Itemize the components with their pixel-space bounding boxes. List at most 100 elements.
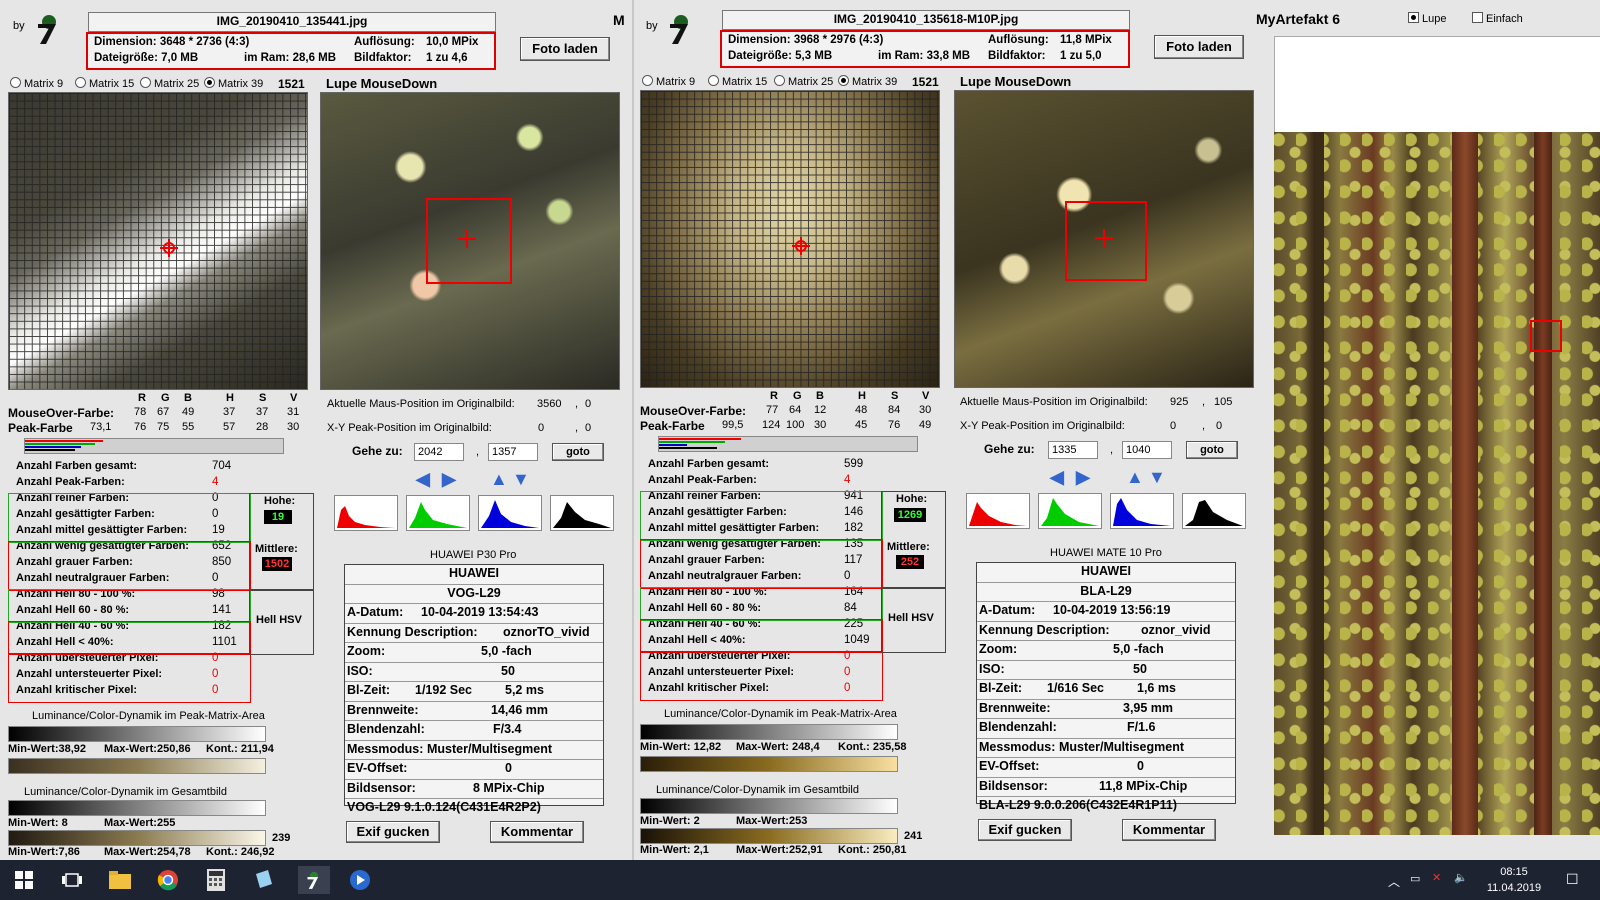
tray-chevron-icon[interactable]: ︿ bbox=[1388, 873, 1400, 890]
photo-trunk bbox=[1314, 132, 1324, 835]
exif-iso: 50 bbox=[501, 663, 515, 678]
exif-maker: HUAWEI bbox=[1081, 564, 1131, 578]
right-image-panel: by IMG_20190410_135618-M10P.jpg Dimensio… bbox=[634, 0, 1600, 860]
resolution-label: Auflösung: bbox=[988, 34, 1049, 46]
histogram-luma-icon bbox=[1182, 493, 1246, 529]
radio-matrix-25[interactable]: Matrix 25 bbox=[774, 75, 833, 88]
ram-label: im Ram: bbox=[244, 52, 290, 64]
task-view-icon[interactable] bbox=[58, 866, 86, 894]
notepad-icon[interactable] bbox=[250, 866, 278, 894]
stat-value: 4 bbox=[844, 474, 851, 486]
grey-colors-group bbox=[640, 539, 883, 589]
goto-button[interactable]: goto bbox=[1186, 441, 1238, 459]
dark-group bbox=[640, 619, 883, 653]
radio-matrix-9[interactable]: Matrix 9 bbox=[642, 75, 695, 88]
comment-button[interactable]: Kommentar bbox=[1122, 819, 1216, 841]
goto-label: Gehe zu: bbox=[352, 444, 403, 458]
dimension-label: Dimension: bbox=[94, 36, 157, 48]
filename-field: IMG_20190410_135441.jpg bbox=[88, 12, 496, 32]
exif-firmware: BLA-L29 9.0.0.206(C432E4R1P11) bbox=[979, 798, 1178, 812]
goto-x-input[interactable]: 2042 bbox=[414, 443, 464, 461]
magnifier-view[interactable] bbox=[954, 90, 1254, 388]
exif-exposure: 1/616 Sec bbox=[1047, 681, 1104, 695]
overview-photo[interactable] bbox=[1274, 132, 1600, 835]
photo-trunk bbox=[1534, 132, 1552, 835]
load-photo-button[interactable]: Foto laden bbox=[1154, 35, 1244, 59]
tray-network-icon[interactable]: ✕ bbox=[1432, 871, 1441, 884]
resolution-value: 10,0 MPix bbox=[426, 36, 479, 48]
windows-start-icon[interactable] bbox=[10, 866, 38, 894]
peak-label: Peak-Farbe bbox=[8, 421, 73, 435]
filesize-label: Dateigröße: bbox=[728, 50, 792, 62]
stat-label: Anzahl Farben gesamt: bbox=[16, 460, 138, 472]
pixel-matrix-view[interactable] bbox=[640, 90, 940, 388]
goto-y-input[interactable]: 1357 bbox=[488, 443, 538, 461]
exif-maker: HUAWEI bbox=[449, 566, 499, 580]
matrix-crosshair-icon bbox=[160, 239, 178, 257]
file-explorer-icon[interactable] bbox=[106, 866, 134, 894]
radio-matrix-39[interactable]: Matrix 39 bbox=[204, 77, 263, 90]
color-total-bar bbox=[640, 828, 898, 844]
lum-total-number: 241 bbox=[904, 830, 923, 842]
calculator-icon[interactable] bbox=[202, 866, 230, 894]
exif-kennung: oznorTO_vivid bbox=[503, 624, 590, 639]
bright-group bbox=[8, 589, 251, 623]
radio-matrix-9[interactable]: Matrix 9 bbox=[10, 77, 63, 90]
mouse-position-label: Aktuelle Maus-Position im Originalbild: bbox=[960, 396, 1148, 408]
matrix-count: 1521 bbox=[912, 75, 939, 89]
hohe-label: Hohe: bbox=[896, 493, 928, 505]
exif-button[interactable]: Exif gucken bbox=[978, 819, 1072, 841]
goto-button[interactable]: goto bbox=[552, 443, 604, 461]
lum-total-max: 255 bbox=[156, 817, 176, 829]
mittlere-label: Mittlere: bbox=[887, 541, 930, 553]
radio-matrix-15[interactable]: Matrix 15 bbox=[708, 75, 767, 88]
einfach-checkbox[interactable]: Einfach bbox=[1472, 12, 1523, 25]
tray-battery-icon[interactable]: ▭ bbox=[1410, 872, 1420, 885]
tray-volume-icon[interactable]: 🔈 bbox=[1454, 871, 1468, 884]
scale-value: 1 zu 5,0 bbox=[1060, 50, 1102, 62]
preview-header-area bbox=[1274, 36, 1600, 135]
col-s: S bbox=[259, 392, 267, 404]
arrow-right-icon[interactable]: ▶ bbox=[442, 470, 456, 488]
arrow-right-icon[interactable]: ▶ bbox=[1076, 468, 1090, 486]
pixel-matrix-view[interactable] bbox=[8, 92, 308, 390]
peak-v: 30 bbox=[287, 421, 300, 433]
goto-x-input[interactable]: 1335 bbox=[1048, 441, 1098, 459]
arrow-left-icon[interactable]: ◀ bbox=[416, 470, 430, 488]
mouseover-r: 78 bbox=[134, 406, 147, 418]
radio-matrix-15[interactable]: Matrix 15 bbox=[75, 77, 134, 90]
chrome-icon[interactable] bbox=[154, 866, 182, 894]
lupe-title: Lupe MouseDown bbox=[326, 76, 438, 91]
comment-button[interactable]: Kommentar bbox=[490, 821, 584, 843]
radio-matrix-39[interactable]: Matrix 39 bbox=[838, 75, 897, 88]
radio-matrix-25[interactable]: Matrix 25 bbox=[140, 77, 199, 90]
arrow-up-icon[interactable]: ▲ bbox=[490, 470, 508, 488]
mouseover-s: 37 bbox=[256, 406, 269, 418]
arrow-down-icon[interactable]: ▼ bbox=[1148, 468, 1166, 486]
mouseover-s: 84 bbox=[888, 404, 901, 416]
media-player-icon[interactable] bbox=[346, 866, 374, 894]
matrix-count: 1521 bbox=[278, 77, 305, 91]
lum-peak-max: 250,86 bbox=[156, 743, 191, 755]
lupe-checkbox[interactable]: Lupe bbox=[1408, 12, 1446, 25]
color-total-bar bbox=[8, 830, 266, 846]
peak-r: 76 bbox=[134, 421, 147, 433]
lum-peak-bar bbox=[640, 724, 898, 740]
dimension-value: 3648 * 2736 (4:3) bbox=[159, 36, 250, 48]
arrow-down-icon[interactable]: ▼ bbox=[512, 470, 530, 488]
exif-sensor: 8 MPix-Chip bbox=[473, 780, 545, 795]
lum-peak-min: 12,82 bbox=[693, 741, 722, 753]
histogram-red-icon bbox=[334, 495, 398, 531]
col-h: H bbox=[858, 390, 866, 402]
exif-button[interactable]: Exif gucken bbox=[346, 821, 440, 843]
tray-time[interactable]: 08:15 bbox=[1484, 866, 1544, 878]
exif-focal: 14,46 mm bbox=[491, 702, 548, 717]
notification-icon[interactable]: ☐ bbox=[1566, 871, 1579, 888]
myartefakt-app-icon[interactable] bbox=[298, 866, 330, 894]
goto-y-input[interactable]: 1040 bbox=[1122, 441, 1172, 459]
arrow-left-icon[interactable]: ◀ bbox=[1050, 468, 1064, 486]
tray-date[interactable]: 11.04.2019 bbox=[1484, 882, 1544, 894]
arrow-up-icon[interactable]: ▲ bbox=[1126, 468, 1144, 486]
load-photo-button[interactable]: Foto laden bbox=[520, 37, 610, 61]
magnifier-view[interactable] bbox=[320, 92, 620, 390]
